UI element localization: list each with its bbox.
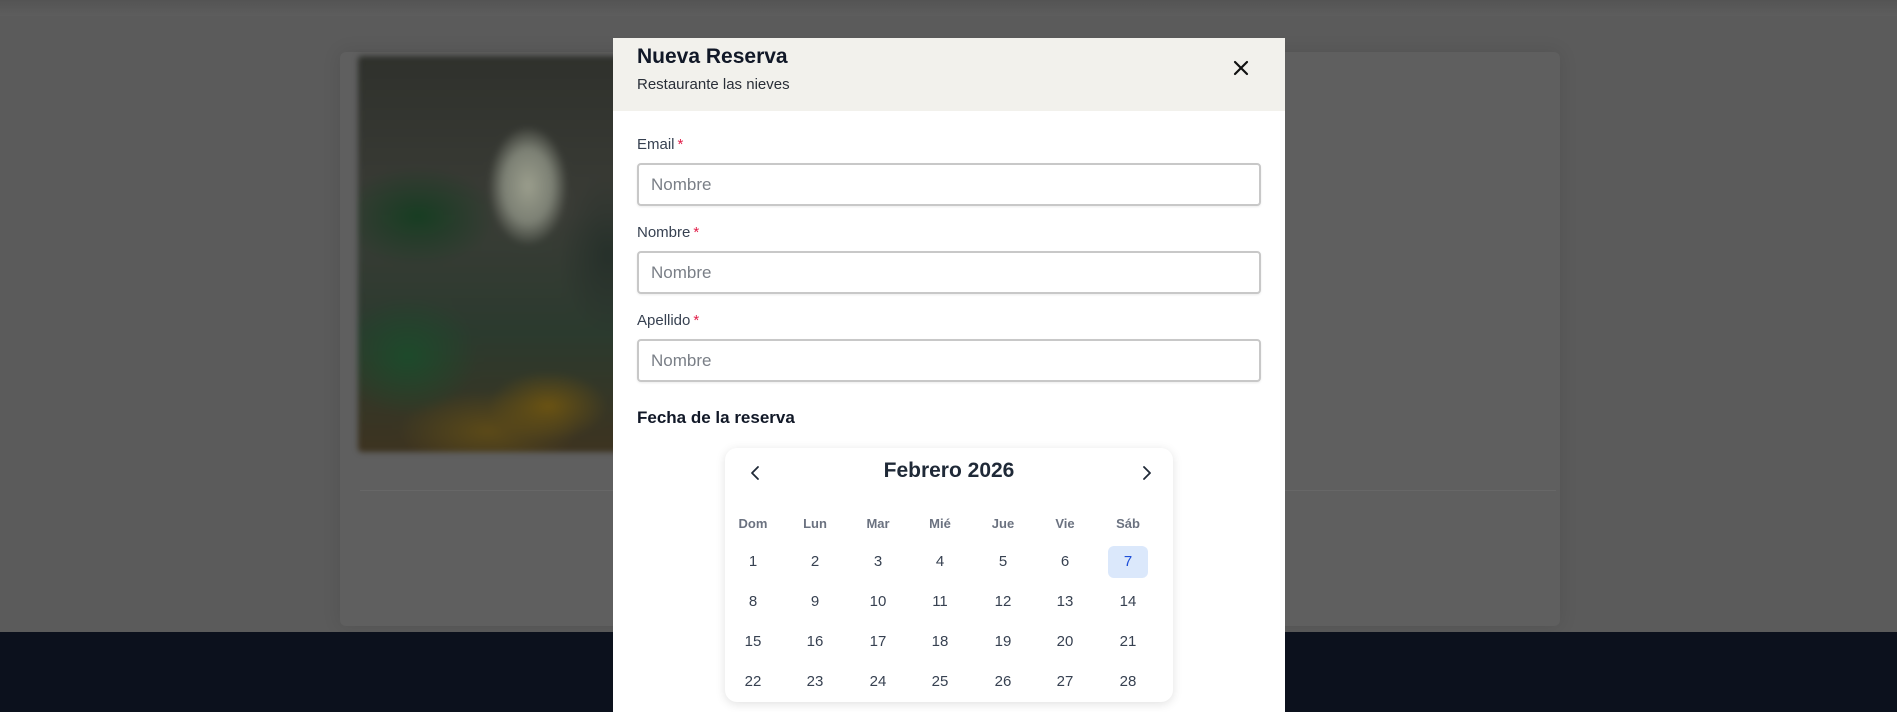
email-label: Email * (637, 136, 683, 153)
weekday-header: Lun (803, 516, 827, 531)
weekday-header: Sáb (1116, 516, 1140, 531)
calendar-day[interactable]: 8 (733, 586, 773, 618)
calendar-day[interactable]: 23 (795, 666, 835, 698)
modal-header: Nueva Reserva Restaurante las nieves (613, 38, 1285, 111)
calendar-day[interactable]: 28 (1108, 666, 1148, 698)
calendar-day-selected[interactable]: 7 (1108, 546, 1148, 578)
next-month-button[interactable] (1131, 458, 1163, 488)
calendar-day[interactable]: 25 (920, 666, 960, 698)
weekday-header: Mié (929, 516, 951, 531)
modal-subtitle: Restaurante las nieves (637, 76, 790, 93)
reservation-modal: Nueva Reserva Restaurante las nieves Ema… (613, 38, 1285, 712)
date-picker-calendar: Febrero 2026 Dom Lun Mar Mié Jue Vie Sáb 1 2 3 4 5 6… (725, 448, 1173, 702)
first-name-label: Nombre * (637, 224, 699, 241)
calendar-day[interactable]: 24 (858, 666, 898, 698)
restaurant-photo (358, 56, 638, 452)
calendar-day[interactable]: 17 (858, 626, 898, 658)
calendar-day[interactable]: 6 (1045, 546, 1085, 578)
calendar-month-label: Febrero 2026 (883, 459, 1015, 482)
last-name-label: Apellido * (637, 312, 699, 329)
calendar-day[interactable]: 15 (733, 626, 773, 658)
calendar-day[interactable]: 13 (1045, 586, 1085, 618)
calendar-day[interactable]: 4 (920, 546, 960, 578)
email-field[interactable] (637, 163, 1261, 206)
calendar-day[interactable]: 12 (983, 586, 1023, 618)
calendar-day[interactable]: 9 (795, 586, 835, 618)
calendar-day[interactable]: 27 (1045, 666, 1085, 698)
calendar-day[interactable]: 10 (858, 586, 898, 618)
calendar-day[interactable]: 5 (983, 546, 1023, 578)
calendar-day[interactable]: 22 (733, 666, 773, 698)
calendar-day[interactable]: 2 (795, 546, 835, 578)
background-top-bar (0, 0, 1897, 16)
required-mark: * (677, 136, 684, 153)
weekday-header: Jue (991, 516, 1015, 531)
first-name-label-text: Nombre (637, 224, 691, 241)
weekday-header: Vie (1055, 516, 1075, 531)
calendar-day[interactable]: 26 (983, 666, 1023, 698)
calendar-day[interactable]: 18 (920, 626, 960, 658)
required-mark: * (693, 224, 700, 241)
close-icon (1233, 60, 1249, 76)
required-mark: * (693, 312, 700, 329)
last-name-field[interactable] (637, 339, 1261, 382)
calendar-day[interactable]: 20 (1045, 626, 1085, 658)
calendar-day[interactable]: 14 (1108, 586, 1148, 618)
weekday-header: Mar (866, 516, 890, 531)
calendar-day[interactable]: 11 (920, 586, 960, 618)
calendar-day[interactable]: 3 (858, 546, 898, 578)
reservation-date-title: Fecha de la reserva (637, 408, 795, 427)
calendar-day[interactable]: 21 (1108, 626, 1148, 658)
email-label-text: Email (637, 136, 675, 153)
modal-title: Nueva Reserva (637, 45, 788, 68)
chevron-right-icon (1143, 466, 1151, 480)
calendar-day[interactable]: 19 (983, 626, 1023, 658)
close-button[interactable] (1229, 56, 1253, 80)
weekday-header: Dom (738, 516, 768, 531)
first-name-field[interactable] (637, 251, 1261, 294)
calendar-day[interactable]: 1 (733, 546, 773, 578)
calendar-day[interactable]: 16 (795, 626, 835, 658)
last-name-label-text: Apellido (637, 312, 691, 329)
